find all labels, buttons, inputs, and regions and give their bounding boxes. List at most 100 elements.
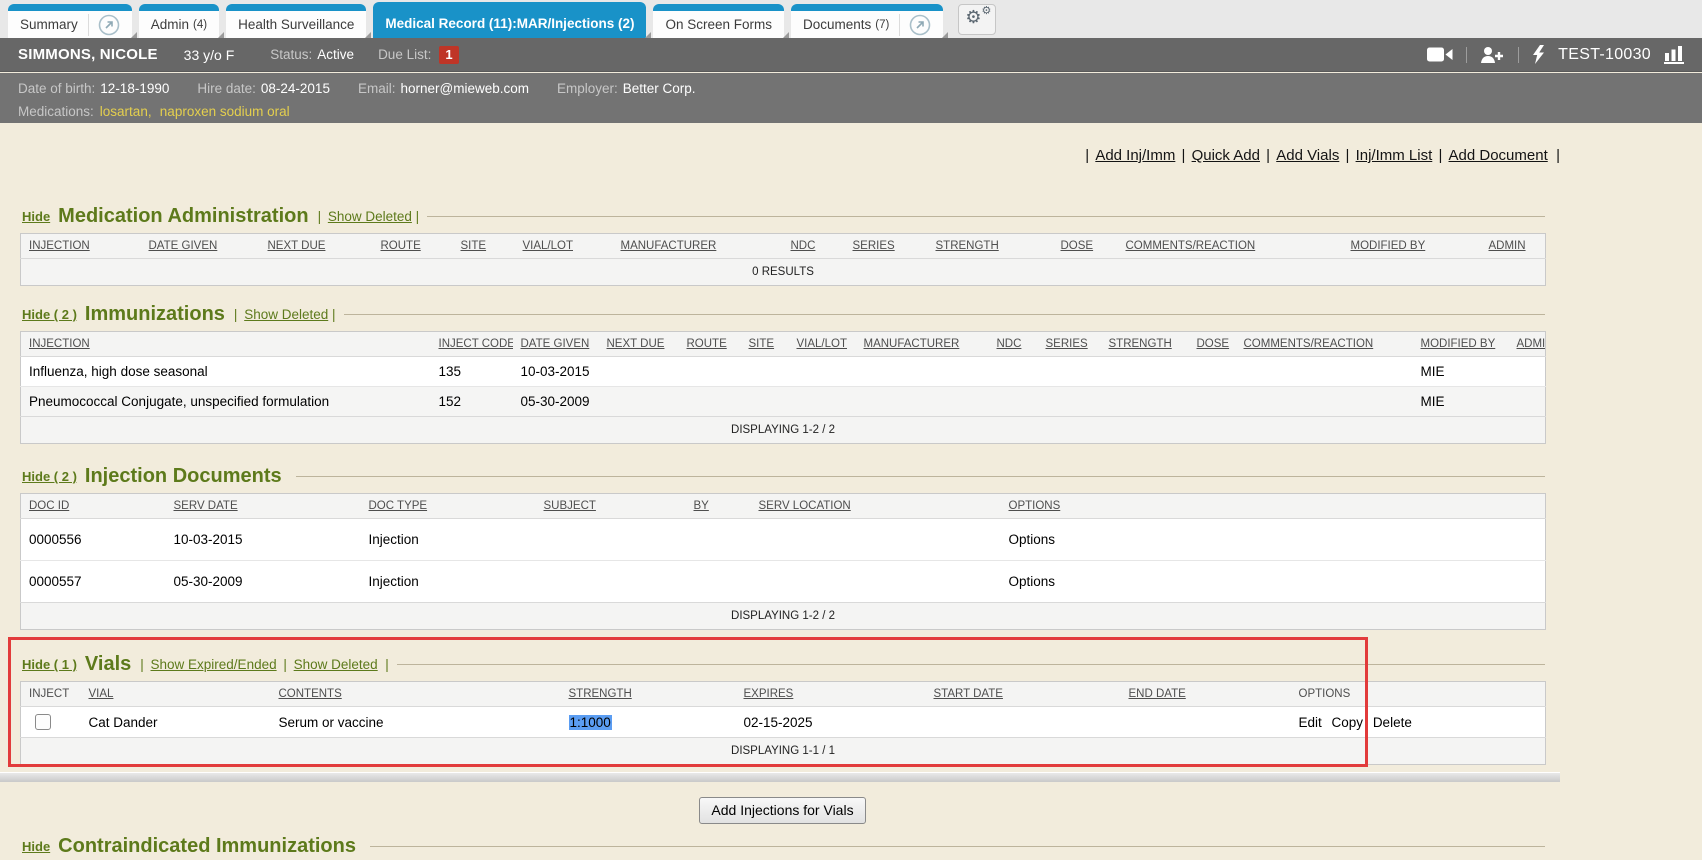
- document-row[interactable]: 0000556 10-03-2015 Injection Options: [21, 519, 1546, 561]
- tab-documents[interactable]: Documents (7): [791, 4, 943, 38]
- lightning-bolt-icon[interactable]: [1532, 45, 1545, 64]
- medication-link[interactable]: losartan: [100, 104, 156, 119]
- column-header[interactable]: MANUFACTURER: [613, 234, 783, 259]
- column-header[interactable]: STRENGTH: [1101, 332, 1189, 357]
- tab-medical-record[interactable]: Medical Record (11):MAR/Injections (2): [373, 2, 646, 38]
- show-expired-ended-link[interactable]: Show Expired/Ended: [137, 657, 276, 672]
- add-injections-for-vials-button[interactable]: Add Injections for Vials: [699, 797, 865, 824]
- due-list-badge[interactable]: 1: [439, 46, 458, 64]
- column-header[interactable]: COMMENTS/REACTION: [1118, 234, 1343, 259]
- column-header[interactable]: MANUFACTURER: [856, 332, 989, 357]
- column-header[interactable]: CONTENTS: [271, 682, 561, 707]
- open-in-new-window-icon[interactable]: [98, 14, 120, 36]
- column-header[interactable]: VIAL/LOT: [515, 234, 613, 259]
- column-header[interactable]: SERV DATE: [166, 494, 361, 519]
- column-header[interactable]: MODIFIED BY: [1343, 234, 1481, 259]
- copy-link[interactable]: Copy: [1332, 715, 1364, 730]
- add-person-icon[interactable]: [1480, 46, 1505, 64]
- column-header[interactable]: SUBJECT: [536, 494, 686, 519]
- column-header[interactable]: ROUTE: [373, 234, 453, 259]
- tab-health-surveillance[interactable]: Health Surveillance: [226, 4, 366, 38]
- column-header[interactable]: NEXT DUE: [599, 332, 679, 357]
- column-header[interactable]: ROUTE: [679, 332, 741, 357]
- column-header[interactable]: STRENGTH: [561, 682, 736, 707]
- horizontal-scrollbar[interactable]: [0, 772, 1560, 782]
- settings-button[interactable]: ⚙ ⚙: [958, 4, 996, 35]
- column-header[interactable]: ADMIN: [1509, 332, 1546, 357]
- column-header[interactable]: SERV LOCATION: [751, 494, 1001, 519]
- column-header[interactable]: SITE: [741, 332, 789, 357]
- column-header[interactable]: DATE GIVEN: [141, 234, 260, 259]
- row-options: Edit Copy Delete: [1291, 707, 1546, 738]
- column-header[interactable]: COMMENTS/REACTION: [1236, 332, 1413, 357]
- medication-administration-table: INJECTION DATE GIVEN NEXT DUE ROUTE SITE…: [20, 233, 1546, 286]
- column-header[interactable]: STRENGTH: [928, 234, 1053, 259]
- hide-immunizations-link[interactable]: Hide ( 2 ): [22, 307, 77, 322]
- column-header[interactable]: ADMIN: [1481, 234, 1546, 259]
- show-deleted-link[interactable]: Show Deleted: [315, 209, 412, 224]
- open-in-new-window-icon[interactable]: [909, 14, 931, 36]
- table-cell: [599, 387, 679, 417]
- options-link[interactable]: Options: [1001, 519, 1546, 561]
- hide-contraindicated-link[interactable]: Hide: [22, 839, 50, 854]
- column-header[interactable]: MODIFIED BY: [1413, 332, 1509, 357]
- add-inj-imm-link[interactable]: Add Inj/Imm: [1083, 147, 1175, 164]
- column-header[interactable]: SERIES: [845, 234, 928, 259]
- column-header[interactable]: OPTIONS: [1001, 494, 1546, 519]
- column-header[interactable]: END DATE: [1121, 682, 1291, 707]
- hide-vials-link[interactable]: Hide ( 1 ): [22, 657, 77, 672]
- column-header[interactable]: START DATE: [926, 682, 1121, 707]
- immunization-row[interactable]: Influenza, high dose seasonal 135 10-03-…: [21, 357, 1546, 387]
- tab-admin-label: Admin: [151, 17, 189, 32]
- column-header[interactable]: EXPIRES: [736, 682, 926, 707]
- document-row[interactable]: 0000557 05-30-2009 Injection Options: [21, 561, 1546, 603]
- column-header[interactable]: INJECTION: [21, 234, 141, 259]
- table-cell: [536, 561, 686, 603]
- video-camera-icon[interactable]: [1427, 46, 1453, 63]
- column-header[interactable]: DOSE: [1053, 234, 1118, 259]
- hide-medication-administration-link[interactable]: Hide: [22, 209, 50, 224]
- column-header[interactable]: DOC TYPE: [361, 494, 536, 519]
- column-header[interactable]: VIAL: [81, 682, 271, 707]
- column-header[interactable]: INJECT CODE: [431, 332, 513, 357]
- bar-chart-icon[interactable]: [1664, 46, 1684, 64]
- inj-imm-list-link[interactable]: Inj/Imm List: [1344, 147, 1433, 164]
- cell-date-given: 05-30-2009: [513, 387, 599, 417]
- immunization-row[interactable]: Pneumococcal Conjugate, unspecified form…: [21, 387, 1546, 417]
- table-cell: [599, 357, 679, 387]
- hide-injection-documents-link[interactable]: Hide ( 2 ): [22, 469, 77, 484]
- column-header[interactable]: VIAL/LOT: [789, 332, 856, 357]
- medications-label: Medications:: [18, 104, 94, 119]
- column-header[interactable]: BY: [686, 494, 751, 519]
- table-cell: [1038, 357, 1101, 387]
- column-header[interactable]: NDC: [989, 332, 1038, 357]
- tab-divider: [88, 14, 89, 36]
- tab-on-screen-forms[interactable]: On Screen Forms: [653, 4, 784, 38]
- tab-admin[interactable]: Admin (4): [139, 4, 219, 38]
- email-label: Email:: [358, 81, 396, 96]
- vial-row[interactable]: Cat Dander Serum or vaccine 1:1000 02-15…: [21, 707, 1546, 738]
- column-header[interactable]: SERIES: [1038, 332, 1101, 357]
- column-header[interactable]: SITE: [453, 234, 515, 259]
- status-label: Status:: [270, 47, 312, 62]
- show-deleted-link[interactable]: Show Deleted: [280, 657, 377, 672]
- column-header[interactable]: NDC: [783, 234, 845, 259]
- delete-link[interactable]: Delete: [1373, 715, 1412, 730]
- column-header[interactable]: DOC ID: [21, 494, 166, 519]
- quick-add-link[interactable]: Quick Add: [1180, 147, 1260, 164]
- vial-checkbox[interactable]: [35, 714, 51, 730]
- edit-link[interactable]: Edit: [1299, 715, 1322, 730]
- medication-link[interactable]: naproxen sodium oral: [160, 104, 290, 119]
- tab-divider: [899, 14, 900, 36]
- add-document-link[interactable]: Add Document: [1436, 147, 1547, 164]
- table-cell: [1189, 387, 1236, 417]
- column-header[interactable]: DATE GIVEN: [513, 332, 599, 357]
- show-deleted-link[interactable]: Show Deleted: [231, 307, 328, 322]
- add-vials-link[interactable]: Add Vials: [1264, 147, 1339, 164]
- column-header[interactable]: DOSE: [1189, 332, 1236, 357]
- patient-info-banner: Date of birth: 12-18-1990 Hire date: 08-…: [0, 73, 1702, 123]
- options-link[interactable]: Options: [1001, 561, 1546, 603]
- column-header[interactable]: INJECTION: [21, 332, 431, 357]
- tab-summary[interactable]: Summary: [8, 4, 132, 38]
- column-header[interactable]: NEXT DUE: [260, 234, 373, 259]
